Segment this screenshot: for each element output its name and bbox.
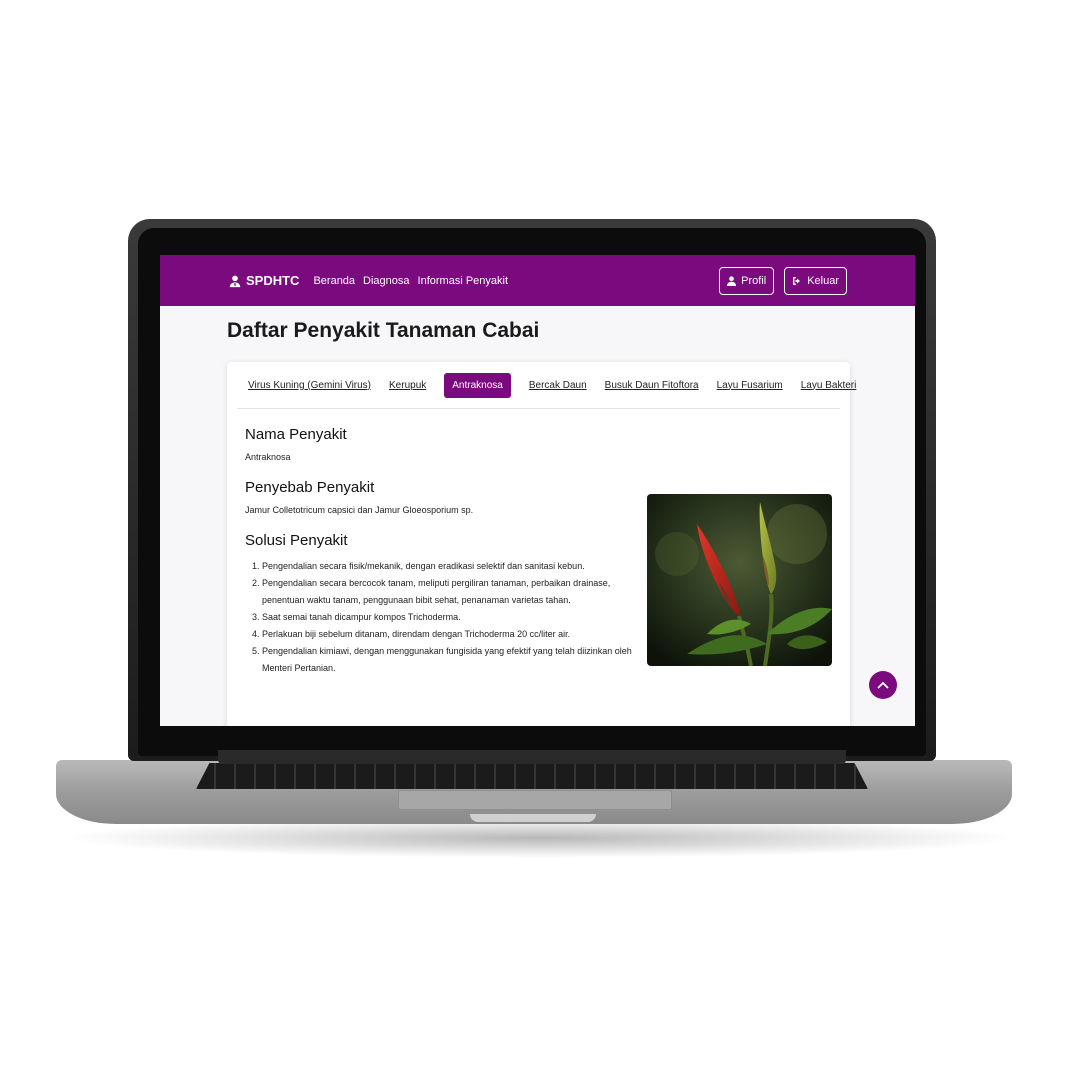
laptop-front-notch	[470, 814, 596, 822]
navbar: SPDHTC Beranda Diagnosa Informasi Penyak…	[160, 255, 915, 306]
sign-out-icon	[793, 276, 801, 285]
brand[interactable]: SPDHTC	[228, 273, 299, 288]
tab-layu-fusarium[interactable]: Layu Fusarium	[717, 380, 783, 391]
profile-button-label: Profil	[741, 274, 767, 287]
tab-kerupuk[interactable]: Kerupuk	[389, 380, 426, 391]
tab-bercak-daun[interactable]: Bercak Daun	[529, 380, 587, 391]
disease-photo	[647, 494, 832, 666]
solution-item: Pengendalian secara bercocok tanam, meli…	[262, 575, 634, 609]
laptop-shadow	[60, 818, 1020, 858]
solution-item: Pengendalian secara fisik/mekanik, denga…	[262, 558, 634, 575]
page-title: Daftar Penyakit Tanaman Cabai	[227, 319, 540, 342]
name-heading: Nama Penyakit	[245, 426, 347, 443]
user-icon	[727, 275, 737, 286]
tab-layu-bakteri[interactable]: Layu Bakteri	[801, 380, 857, 391]
disease-card: Virus Kuning (Gemini Virus) Kerupuk Antr…	[227, 362, 856, 726]
chevron-up-icon	[877, 681, 889, 689]
solution-item: Pengendalian kimiawi, dengan menggunakan…	[262, 643, 634, 677]
logout-button-label: Keluar	[807, 274, 839, 287]
disease-tabs: Virus Kuning (Gemini Virus) Kerupuk Antr…	[237, 362, 856, 409]
logout-button[interactable]: Keluar	[784, 266, 847, 295]
laptop-hinge	[218, 750, 846, 764]
brand-name: SPDHTC	[246, 273, 300, 288]
laptop-keyboard	[196, 763, 868, 789]
nav-link-diagnosa[interactable]: Diagnosa	[363, 275, 409, 287]
disease-detail: Nama Penyakit Antraknosa Penyebab Penyak…	[227, 426, 850, 677]
tab-busuk-daun-fitoftora[interactable]: Busuk Daun Fitoftora	[605, 380, 699, 391]
nav-link-beranda[interactable]: Beranda	[313, 275, 355, 287]
user-doctor-icon	[229, 275, 241, 287]
laptop-touchpad	[398, 790, 672, 810]
navbar-actions: Profil Keluar	[719, 266, 847, 295]
scroll-to-top-button[interactable]	[869, 671, 897, 699]
tab-antraknosa[interactable]: Antraknosa	[444, 372, 511, 398]
solution-item: Saat semai tanah dicampur kompos Trichod…	[262, 609, 634, 626]
profile-button[interactable]: Profil	[719, 266, 775, 295]
nav-link-informasi-penyakit[interactable]: Informasi Penyakit	[418, 275, 508, 287]
laptop-screen: SPDHTC Beranda Diagnosa Informasi Penyak…	[160, 255, 915, 726]
solution-item: Perlakuan biji sebelum ditanam, direndam…	[262, 626, 634, 643]
solution-list: Pengendalian secara fisik/mekanik, denga…	[245, 558, 634, 677]
tab-virus-kuning[interactable]: Virus Kuning (Gemini Virus)	[248, 380, 371, 391]
disease-name: Antraknosa	[245, 452, 291, 462]
